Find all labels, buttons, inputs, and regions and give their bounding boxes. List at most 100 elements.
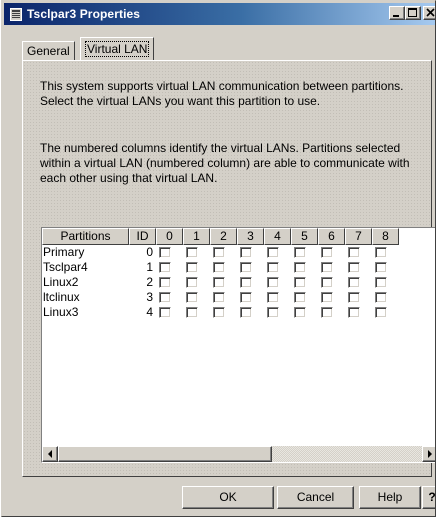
vlan-cell	[237, 290, 264, 305]
vlan-0-checkbox[interactable]	[159, 247, 171, 258]
column-header-vlan-0[interactable]: 0	[156, 228, 183, 245]
vlan-cell	[237, 275, 264, 290]
vlan-1-checkbox[interactable]	[186, 262, 198, 273]
vlan-6-checkbox[interactable]	[321, 307, 333, 318]
column-header-vlan-4[interactable]: 4	[264, 228, 291, 245]
vlan-5-checkbox[interactable]	[294, 292, 306, 303]
vlan-4-checkbox[interactable]	[267, 292, 279, 303]
vlan-1-checkbox[interactable]	[186, 247, 198, 258]
scroll-left-button[interactable]	[42, 446, 58, 462]
explain-text: The numbered columns identify the virtua…	[40, 141, 410, 185]
ok-button[interactable]: OK	[182, 486, 274, 509]
vlan-5-checkbox[interactable]	[294, 277, 306, 288]
vlan-cell	[291, 290, 318, 305]
vlan-6-checkbox[interactable]	[321, 292, 333, 303]
vlan-cell	[318, 290, 345, 305]
vlan-2-checkbox[interactable]	[213, 277, 225, 288]
tab-general[interactable]: General	[22, 41, 75, 60]
column-header-partitions[interactable]: Partitions	[42, 228, 129, 245]
column-header-vlan-7[interactable]: 7	[345, 228, 372, 245]
column-header-vlan-5[interactable]: 5	[291, 228, 318, 245]
vlan-3-checkbox[interactable]	[240, 247, 252, 258]
scroll-thumb[interactable]	[58, 446, 272, 462]
vlan-1-checkbox[interactable]	[186, 277, 198, 288]
column-header-vlan-3[interactable]: 3	[237, 228, 264, 245]
partition-name: Linux3	[43, 305, 79, 319]
vlan-8-checkbox[interactable]	[375, 307, 387, 318]
vlan-8-checkbox[interactable]	[375, 262, 387, 273]
vlan-0-checkbox[interactable]	[159, 277, 171, 288]
vlan-6-checkbox[interactable]	[321, 262, 333, 273]
vlan-cell	[291, 275, 318, 290]
vlan-5-checkbox[interactable]	[294, 262, 306, 273]
vlan-cell	[156, 290, 183, 305]
vlan-0-checkbox[interactable]	[159, 262, 171, 273]
vlan-cell	[318, 245, 345, 260]
vlan-7-checkbox[interactable]	[348, 262, 360, 273]
properties-window-icon[interactable]	[10, 7, 22, 21]
vlan-cell	[372, 245, 399, 260]
table-row: Linux2 2	[42, 275, 399, 290]
help-button[interactable]: Help	[359, 486, 421, 509]
vlan-1-checkbox[interactable]	[186, 307, 198, 318]
whats-this-button[interactable]: ?	[422, 486, 435, 509]
vlan-4-checkbox[interactable]	[267, 277, 279, 288]
vlan-4-checkbox[interactable]	[267, 262, 279, 273]
title-bar[interactable]: Tsclpar3 Properties	[4, 3, 435, 25]
vlan-7-checkbox[interactable]	[348, 307, 360, 318]
vlan-cell	[264, 305, 291, 320]
tab-general-label: General	[27, 44, 70, 58]
vlan-7-checkbox[interactable]	[348, 277, 360, 288]
column-header-vlan-1[interactable]: 1	[183, 228, 210, 245]
vlan-3-checkbox[interactable]	[240, 277, 252, 288]
vlan-3-checkbox[interactable]	[240, 262, 252, 273]
vlan-cell	[183, 260, 210, 275]
vlan-cell	[264, 290, 291, 305]
vlan-6-checkbox[interactable]	[321, 277, 333, 288]
column-header-vlan-6[interactable]: 6	[318, 228, 345, 245]
vlan-8-checkbox[interactable]	[375, 292, 387, 303]
vlan-4-checkbox[interactable]	[267, 247, 279, 258]
partition-name: Linux2	[43, 275, 79, 289]
vlan-cell	[210, 260, 237, 275]
column-header-id[interactable]: ID	[129, 228, 156, 245]
tab-virtual-lan[interactable]: Virtual LAN	[80, 37, 155, 60]
scroll-right-button[interactable]	[422, 446, 435, 462]
vlan-5-checkbox[interactable]	[294, 247, 306, 258]
vlan-2-checkbox[interactable]	[213, 292, 225, 303]
vlan-5-checkbox[interactable]	[294, 307, 306, 318]
partition-id: 0	[146, 245, 153, 259]
vlan-3-checkbox[interactable]	[240, 292, 252, 303]
horizontal-scrollbar[interactable]	[42, 446, 435, 462]
vlan-1-checkbox[interactable]	[186, 292, 198, 303]
vlan-0-checkbox[interactable]	[159, 292, 171, 303]
minimize-button[interactable]	[389, 6, 405, 20]
tab-virtual-lan-label: Virtual LAN	[85, 41, 150, 57]
vlan-cell	[183, 275, 210, 290]
vlan-2-checkbox[interactable]	[213, 262, 225, 273]
vlan-cell	[345, 245, 372, 260]
column-header-vlan-8[interactable]: 8	[372, 228, 399, 245]
cancel-button[interactable]: Cancel	[277, 486, 354, 509]
close-button[interactable]	[423, 6, 435, 20]
vlan-4-checkbox[interactable]	[267, 307, 279, 318]
maximize-button[interactable]	[405, 6, 421, 20]
vlan-cell	[345, 275, 372, 290]
vlan-2-checkbox[interactable]	[213, 247, 225, 258]
vlan-2-checkbox[interactable]	[213, 307, 225, 318]
vlan-6-checkbox[interactable]	[321, 247, 333, 258]
vlan-8-checkbox[interactable]	[375, 247, 387, 258]
vlan-7-checkbox[interactable]	[348, 247, 360, 258]
vlan-0-checkbox[interactable]	[159, 307, 171, 318]
table-header: Partitions ID 0 1 2 3 4 5 6 7 8	[42, 228, 399, 245]
partition-id: 3	[146, 290, 153, 304]
vlan-8-checkbox[interactable]	[375, 277, 387, 288]
vlan-7-checkbox[interactable]	[348, 292, 360, 303]
vlan-cell	[372, 260, 399, 275]
vlan-cell	[237, 305, 264, 320]
vlan-3-checkbox[interactable]	[240, 307, 252, 318]
column-header-vlan-2[interactable]: 2	[210, 228, 237, 245]
vlan-cell	[210, 275, 237, 290]
window-title: Tsclpar3 Properties	[27, 7, 141, 21]
vlan-table-body: Partitions ID 0 1 2 3 4 5 6 7 8 Primary 0 Tsclpar4 1 L…	[42, 228, 435, 446]
